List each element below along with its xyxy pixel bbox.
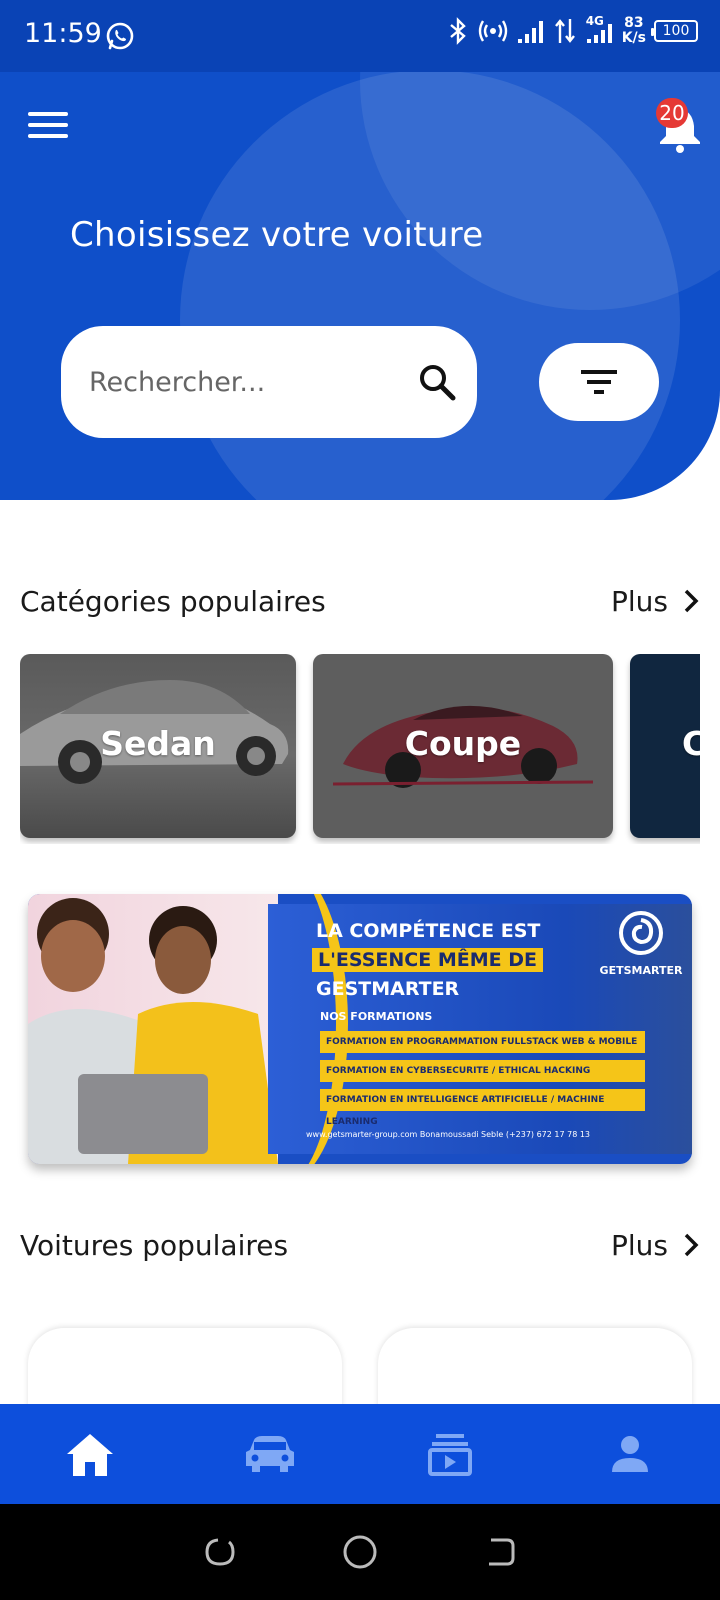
banner-item: FORMATION EN PROGRAMMATION FULLSTACK WEB…	[320, 1031, 645, 1053]
banner-line-1: LA COMPÉTENCE EST	[316, 920, 541, 942]
bluetooth-icon	[449, 17, 466, 45]
header: 11:59 4G 83 K/s 100 20 Choisissez votre …	[0, 0, 720, 500]
cars-more-label: Plus	[611, 1228, 668, 1262]
search-input[interactable]	[89, 366, 409, 398]
nav-home[interactable]	[45, 1419, 135, 1489]
hotspot-icon	[478, 20, 507, 42]
banner-footer: www.getsmarter-group.com Bonamoussadi Se…	[306, 1130, 591, 1139]
profile-icon	[612, 1436, 648, 1472]
getsmarter-logo-icon	[619, 911, 663, 955]
recent-apps-icon[interactable]	[203, 1535, 237, 1569]
banner-item: FORMATION EN CYBERSECURITE / ETHICAL HAC…	[320, 1060, 645, 1082]
whatsapp-icon	[106, 22, 134, 50]
nav-profile[interactable]	[585, 1419, 675, 1489]
banner-logo-text: GETSMARTER	[599, 964, 683, 977]
video-library-icon	[428, 1434, 472, 1476]
status-bar: 11:59 4G 83 K/s 100	[0, 0, 720, 72]
speed-value: 83	[624, 15, 644, 31]
bottom-navigation	[0, 1404, 720, 1504]
battery-icon: 100	[651, 20, 698, 42]
category-label: C	[682, 724, 700, 763]
nav-cars[interactable]	[225, 1419, 315, 1489]
page-title: Choisissez votre voiture	[70, 215, 484, 255]
nav-media[interactable]	[405, 1419, 495, 1489]
category-label: Coupe	[404, 724, 522, 763]
speed-unit: K/s	[621, 30, 646, 46]
categories-carousel[interactable]: Sedan Coupe C	[20, 654, 700, 844]
back-icon[interactable]	[483, 1535, 517, 1569]
category-card-sedan[interactable]: Sedan	[20, 654, 296, 838]
screen: 11:59 4G 83 K/s 100 20 Choisissez votre …	[0, 0, 720, 1600]
chevron-right-icon	[684, 589, 699, 613]
menu-button[interactable]	[28, 112, 68, 142]
search-bar[interactable]	[61, 326, 477, 438]
banner-subtitle: NOS FORMATIONS	[320, 1010, 433, 1023]
notification-badge: 20	[656, 98, 688, 128]
data-transfer-icon	[554, 19, 575, 43]
filter-icon	[581, 370, 617, 394]
category-card-coupe[interactable]: Coupe	[313, 654, 613, 838]
car-icon	[246, 1436, 294, 1472]
status-time: 11:59	[24, 18, 102, 49]
cars-title: Voitures populaires	[20, 1228, 289, 1262]
system-navigation	[0, 1504, 720, 1600]
filter-button[interactable]	[539, 343, 659, 421]
menu-icon	[28, 112, 68, 116]
home-icon	[67, 1434, 113, 1476]
categories-header: Catégories populaires Plus	[20, 581, 700, 621]
banner-line-3: GESTMARTER	[316, 978, 460, 1000]
categories-more-label: Plus	[611, 584, 668, 618]
network-speed: 83 K/s	[622, 16, 646, 46]
banner-item: FORMATION EN INTELLIGENCE ARTIFICIELLE /…	[320, 1089, 645, 1127]
category-label: Sedan	[100, 724, 216, 763]
banner-line-2: L'ESSENCE MÊME DE	[312, 948, 543, 972]
search-icon[interactable]	[417, 362, 457, 402]
cars-header: Voitures populaires Plus	[20, 1225, 700, 1265]
status-icons: 4G 83 K/s 100	[446, 14, 698, 46]
cars-more-link[interactable]: Plus	[611, 1229, 700, 1262]
battery-level: 100	[662, 23, 690, 39]
signal-4g-icon: 4G	[584, 14, 614, 46]
category-card-third[interactable]: C	[630, 654, 700, 838]
banner-logo: GETSMARTER	[596, 910, 686, 977]
categories-title: Catégories populaires	[20, 584, 326, 618]
chevron-right-icon	[684, 1233, 699, 1257]
signal-icon	[517, 21, 543, 43]
categories-more-link[interactable]: Plus	[611, 585, 700, 618]
home-circle-icon[interactable]	[342, 1534, 378, 1570]
